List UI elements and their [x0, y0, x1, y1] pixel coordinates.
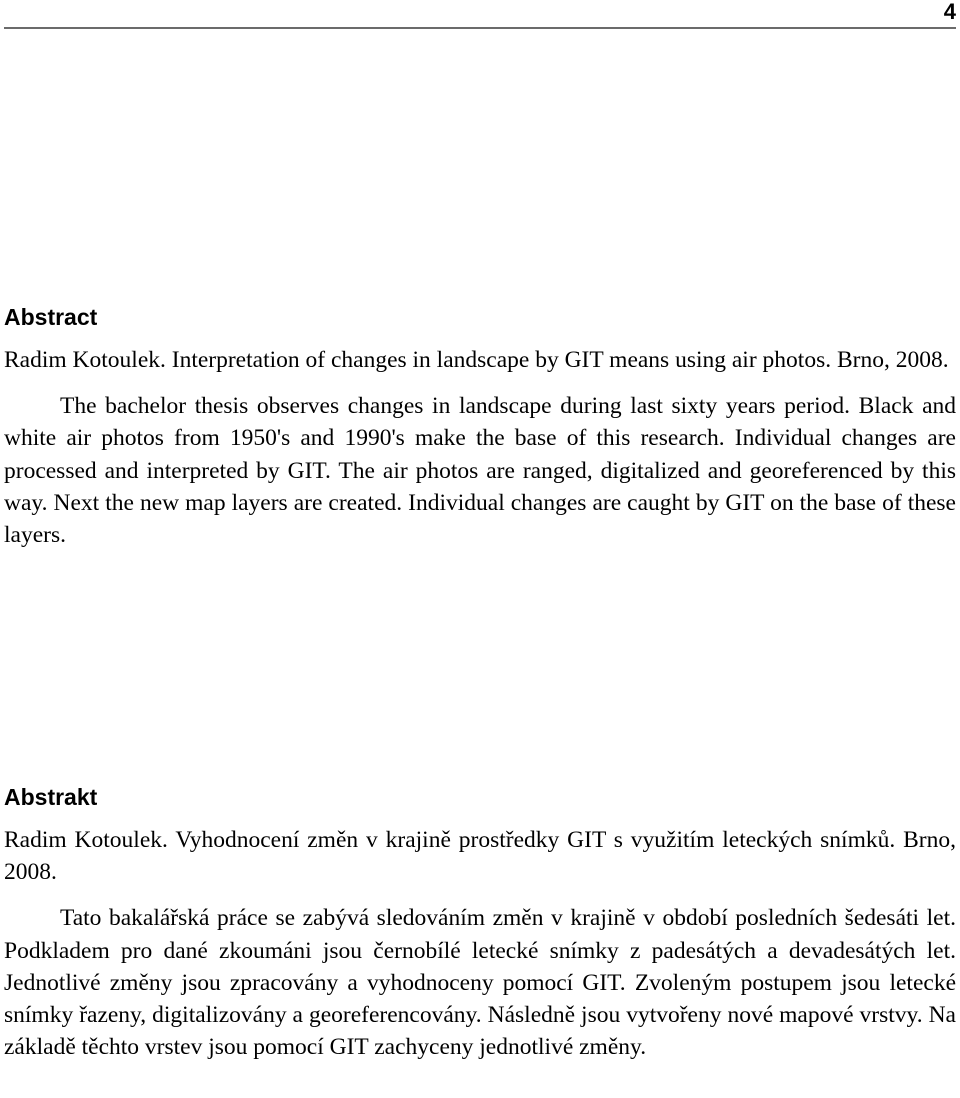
running-header: 4	[4, 0, 956, 32]
page-number: 4	[943, 0, 956, 24]
abstract-citation-paragraph: Radim Kotoulek. Interpretation of change…	[4, 347, 949, 373]
abstrakt-citation-paragraph: Radim Kotoulek. Vyhodnocení změn v kraji…	[4, 827, 956, 886]
abstract-body-paragraph: The bachelor thesis observes changes in …	[4, 393, 956, 549]
abstrakt-body-paragraph: Tato bakalářská práce se zabývá sledován…	[4, 905, 956, 1061]
abstract-section: Abstract Radim Kotoulek. Interpretation …	[4, 304, 956, 551]
header-rule	[4, 27, 956, 29]
abstract-heading: Abstract	[4, 304, 98, 330]
abstrakt-section: Abstrakt Radim Kotoulek. Vyhodnocení změ…	[4, 784, 956, 1063]
abstrakt-heading: Abstrakt	[4, 784, 98, 810]
document-page: 4 Abstract Radim Kotoulek. Interpretatio…	[0, 0, 960, 1098]
